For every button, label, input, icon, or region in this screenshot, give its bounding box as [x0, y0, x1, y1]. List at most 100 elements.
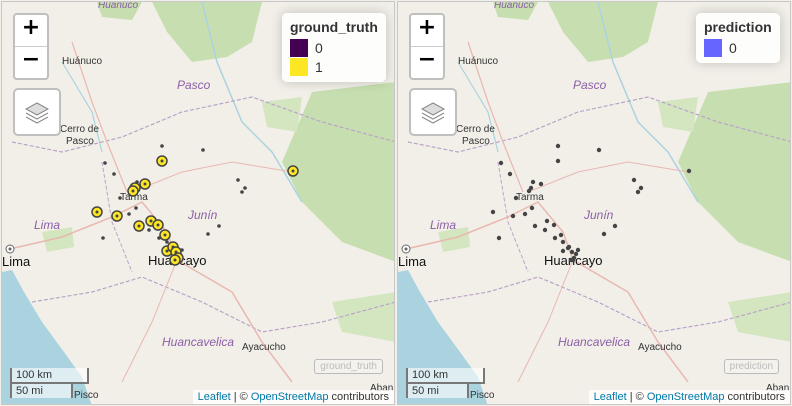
city-label-huanuco: Huánuco	[62, 56, 102, 67]
data-point-1-center[interactable]	[95, 210, 99, 214]
data-point-prediction[interactable]	[532, 223, 538, 229]
data-point-1-center[interactable]	[163, 233, 167, 237]
legend-prediction: prediction 0	[696, 13, 780, 63]
zoom-in-button[interactable]: +	[411, 15, 443, 46]
layers-control-button[interactable]	[409, 88, 457, 136]
data-point-0[interactable]	[118, 196, 122, 200]
data-point-0[interactable]	[165, 240, 169, 244]
data-point-prediction[interactable]	[569, 249, 575, 255]
region-label-huanuco-top: Huánuco	[98, 2, 138, 11]
city-label-huanuco: Huánuco	[458, 56, 498, 67]
zoom-control: + −	[13, 13, 49, 80]
region-label-pasco: Pasco	[177, 78, 211, 92]
panel-title-ghost: prediction	[723, 359, 779, 374]
data-point-1-center[interactable]	[149, 219, 153, 223]
data-point-prediction[interactable]	[555, 158, 561, 164]
data-point-1-center[interactable]	[137, 224, 141, 228]
data-point-1-center[interactable]	[156, 223, 160, 227]
region-label-huanuco-top: Huánuco	[494, 2, 534, 11]
data-point-prediction[interactable]	[573, 251, 579, 257]
region-label-junin: Junín	[187, 208, 218, 222]
data-point-prediction[interactable]	[596, 147, 602, 153]
zoom-out-button[interactable]: −	[15, 46, 47, 78]
data-point-prediction[interactable]	[529, 205, 535, 211]
attribution-suffix: contributors	[724, 391, 785, 403]
data-point-0[interactable]	[160, 144, 164, 148]
data-point-prediction[interactable]	[566, 244, 572, 250]
region-label-lima: Lima	[34, 218, 60, 232]
data-point-prediction[interactable]	[638, 185, 644, 191]
legend-swatch	[290, 38, 308, 57]
city-label-lima: Lima	[398, 254, 427, 269]
region-label-huancavelica: Huancavelica	[162, 335, 234, 349]
data-point-prediction[interactable]	[631, 177, 637, 183]
data-point-0[interactable]	[206, 232, 210, 236]
data-point-1-center[interactable]	[131, 189, 135, 193]
data-point-prediction[interactable]	[555, 143, 561, 149]
map-panel-ground-truth[interactable]: Huánuco Huánuco Pasco Cerro de Pasco Tar…	[1, 1, 395, 405]
data-point-prediction[interactable]	[538, 181, 544, 187]
osm-link[interactable]: OpenStreetMap	[647, 391, 725, 403]
data-point-prediction[interactable]	[612, 223, 618, 229]
data-point-prediction[interactable]	[560, 248, 566, 254]
data-point-0[interactable]	[112, 172, 116, 176]
data-point-1-center[interactable]	[165, 249, 169, 253]
scale-mi: 50 mi	[406, 382, 469, 398]
data-point-prediction[interactable]	[513, 195, 519, 201]
data-point-1-center[interactable]	[173, 258, 177, 262]
data-point-0[interactable]	[134, 206, 138, 210]
data-point-0[interactable]	[201, 148, 205, 152]
data-point-prediction[interactable]	[544, 218, 550, 224]
data-point-prediction[interactable]	[560, 239, 566, 245]
legend-swatch	[704, 38, 722, 57]
data-point-prediction[interactable]	[575, 247, 581, 253]
data-point-prediction[interactable]	[551, 222, 557, 228]
data-point-1-center[interactable]	[291, 169, 295, 173]
city-label-ayacucho: Ayacucho	[638, 342, 682, 353]
layers-control-button[interactable]	[13, 88, 61, 136]
data-point-prediction[interactable]	[542, 227, 548, 233]
zoom-control: + −	[409, 13, 445, 80]
data-point-0[interactable]	[103, 161, 107, 165]
data-point-prediction[interactable]	[568, 257, 574, 263]
data-point-prediction[interactable]	[522, 211, 528, 217]
region-label-huancavelica: Huancavelica	[558, 335, 630, 349]
legend-label: 0	[729, 39, 737, 56]
osm-link[interactable]: OpenStreetMap	[251, 391, 329, 403]
data-point-0[interactable]	[217, 224, 221, 228]
attribution-suffix: contributors	[328, 391, 389, 403]
city-label-ayacucho: Ayacucho	[242, 342, 286, 353]
data-point-0[interactable]	[243, 186, 247, 190]
data-point-prediction[interactable]	[490, 209, 496, 215]
data-point-prediction[interactable]	[507, 171, 513, 177]
zoom-in-button[interactable]: +	[15, 15, 47, 46]
data-point-prediction[interactable]	[558, 232, 564, 238]
legend-label: 1	[315, 58, 323, 75]
data-point-prediction[interactable]	[552, 235, 558, 241]
data-point-0[interactable]	[240, 190, 244, 194]
leaflet-link[interactable]: Leaflet	[594, 391, 627, 403]
data-point-prediction[interactable]	[530, 179, 536, 185]
data-point-1-center[interactable]	[143, 182, 147, 186]
zoom-out-button[interactable]: −	[411, 46, 443, 78]
data-point-0[interactable]	[127, 212, 131, 216]
data-point-prediction[interactable]	[526, 188, 532, 194]
data-point-1-center[interactable]	[160, 159, 164, 163]
data-point-0[interactable]	[147, 228, 151, 232]
map-panel-prediction[interactable]: Huánuco Huánuco Pasco Cerro de Pasco Tar…	[397, 1, 791, 405]
data-point-prediction[interactable]	[601, 231, 607, 237]
data-point-prediction[interactable]	[635, 189, 641, 195]
city-label-cerro-de-pasco-2: Pasco	[462, 136, 490, 147]
data-point-prediction[interactable]	[498, 160, 504, 166]
region-label-lima: Lima	[430, 218, 456, 232]
data-point-0[interactable]	[101, 236, 105, 240]
legend-label: 0	[315, 39, 323, 56]
data-point-prediction[interactable]	[510, 213, 516, 219]
data-point-0[interactable]	[236, 178, 240, 182]
scale-km: 100 km	[406, 368, 485, 384]
data-point-1-center[interactable]	[115, 214, 119, 218]
attribution: Leaflet | © OpenStreetMap contributors	[588, 390, 790, 404]
leaflet-link[interactable]: Leaflet	[198, 391, 231, 403]
data-point-prediction[interactable]	[686, 168, 692, 174]
data-point-prediction[interactable]	[496, 235, 502, 241]
